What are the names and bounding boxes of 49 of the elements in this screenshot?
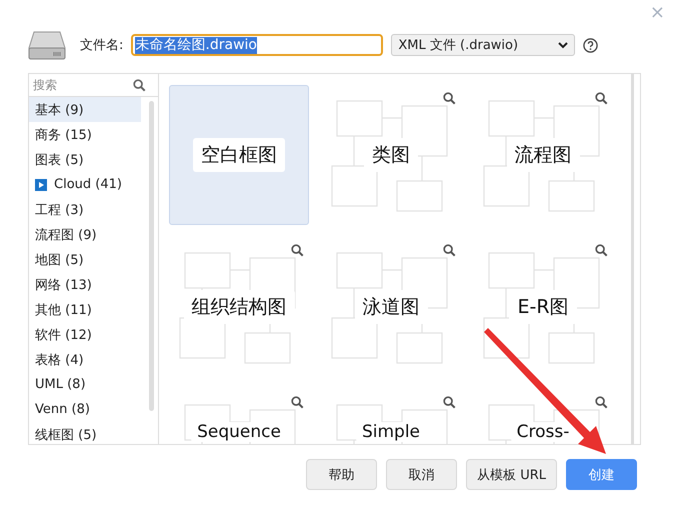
template-tile[interactable]: 流程图 — [473, 85, 613, 225]
category-item[interactable]: 表格 (4) — [29, 347, 141, 372]
filename-input[interactable]: 未命名绘图.drawio — [131, 34, 384, 56]
scrollbar[interactable] — [631, 74, 634, 444]
category-item[interactable]: 软件 (12) — [29, 322, 141, 347]
template-label: 空白框图 — [193, 138, 285, 172]
template-tile[interactable]: E-R图 — [473, 237, 613, 377]
template-label: 组织结构图 — [184, 290, 294, 324]
zoom-icon[interactable] — [291, 396, 304, 409]
zoom-icon[interactable] — [443, 244, 456, 257]
template-tile[interactable]: 泳道图 — [321, 237, 461, 377]
filename-label: 文件名: — [80, 37, 124, 54]
expand-icon — [35, 178, 47, 190]
zoom-icon[interactable] — [443, 396, 456, 409]
category-item[interactable]: 商务 (15) — [29, 122, 141, 147]
dialog-button[interactable]: 从模板 URL — [466, 459, 557, 490]
category-item[interactable]: Cloud (41) — [29, 172, 141, 197]
category-item[interactable]: 线框图 (5) — [29, 422, 141, 444]
category-item[interactable]: Venn (8) — [29, 397, 141, 422]
template-tile[interactable]: 类图 — [321, 85, 461, 225]
template-label: E-R图 — [509, 290, 577, 324]
dialog-button[interactable]: 帮助 — [306, 459, 378, 490]
category-item[interactable]: 工程 (3) — [29, 197, 141, 222]
zoom-icon[interactable] — [595, 396, 608, 409]
caret-icon — [558, 42, 568, 48]
category-item[interactable]: 图表 (5) — [29, 147, 141, 172]
category-item[interactable]: 流程图 (9) — [29, 222, 141, 247]
zoom-icon[interactable] — [443, 92, 456, 105]
template-label: 流程图 — [506, 138, 580, 172]
template-tile[interactable]: 空白框图 — [169, 85, 309, 225]
category-item[interactable]: 基本 (9) — [29, 97, 141, 122]
category-item[interactable]: 其他 (11) — [29, 297, 141, 322]
help-icon[interactable] — [583, 38, 598, 52]
dialog-button[interactable]: 取消 — [386, 459, 458, 490]
zoom-icon[interactable] — [595, 92, 608, 105]
drive-icon — [28, 30, 66, 60]
zoom-icon[interactable] — [595, 244, 608, 257]
zoom-icon[interactable] — [291, 244, 304, 257]
search-icon — [133, 78, 146, 92]
template-tile[interactable]: Sequence — [169, 389, 309, 444]
format-select[interactable]: XML 文件 (.drawio) — [391, 34, 576, 56]
category-item[interactable]: 地图 (5) — [29, 247, 141, 272]
template-label: 类图 — [364, 138, 418, 172]
template-tile[interactable]: 组织结构图 — [169, 237, 309, 377]
category-item[interactable]: UML (8) — [29, 372, 141, 397]
search-field[interactable]: 搜索 — [33, 78, 133, 92]
template-label: 泳道图 — [354, 290, 428, 324]
category-item[interactable]: 网络 (13) — [29, 272, 141, 297]
scrollbar[interactable] — [149, 101, 154, 411]
